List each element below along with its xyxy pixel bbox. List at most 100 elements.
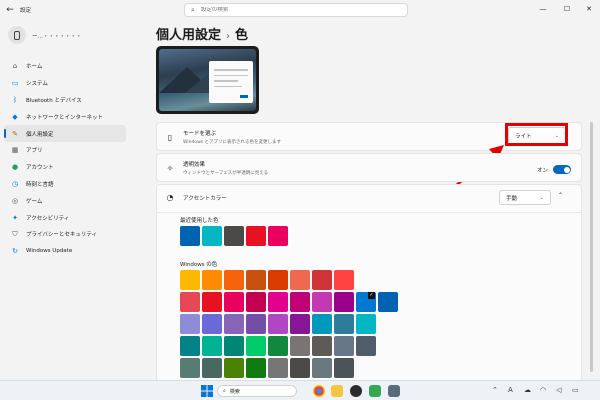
brush-icon: ▯	[167, 132, 173, 142]
windows-color-swatch[interactable]	[202, 358, 222, 378]
chevron-up-icon[interactable]: ⌃	[558, 192, 563, 199]
avatar[interactable]	[8, 26, 26, 44]
pen-icon: ✎	[12, 129, 18, 138]
recent-color-swatch[interactable]	[268, 226, 288, 246]
windows-color-swatch[interactable]	[180, 270, 200, 290]
windows-color-swatch[interactable]	[224, 292, 244, 312]
windows-color-swatch[interactable]	[356, 336, 376, 356]
search-box[interactable]: ⌕	[184, 3, 408, 17]
user-badge-icon	[14, 30, 20, 40]
windows-color-swatch[interactable]	[268, 270, 288, 290]
user-name: ー…・・・・・・・	[32, 34, 82, 40]
windows-color-swatch[interactable]	[180, 336, 200, 356]
windows-color-swatch[interactable]	[312, 292, 332, 312]
windows-color-swatch[interactable]	[246, 292, 266, 312]
sidebar-item[interactable]: ▦ アプリ	[4, 142, 126, 159]
breadcrumb-parent[interactable]: 個人用設定	[156, 28, 221, 43]
windows-color-swatch[interactable]	[180, 292, 200, 312]
taskbar-search[interactable]: ⌕ 検索	[217, 385, 297, 397]
app-icon[interactable]	[369, 385, 381, 397]
windows-color-swatch[interactable]	[312, 358, 332, 378]
sidebar-item[interactable]: ◆ ネットワークとインターネット	[4, 108, 126, 125]
windows-color-swatch[interactable]	[334, 358, 354, 378]
windows-color-swatch[interactable]	[356, 314, 376, 334]
windows-color-swatch[interactable]	[290, 336, 310, 356]
windows-color-swatch[interactable]	[180, 358, 200, 378]
recent-color-swatch[interactable]	[202, 226, 222, 246]
windows-color-swatch[interactable]	[246, 358, 266, 378]
windows-color-swatch[interactable]	[312, 314, 332, 334]
sidebar-item[interactable]: ✎ 個人用設定	[4, 125, 126, 142]
cloud-icon[interactable]: ☁	[524, 386, 531, 394]
windows-color-swatch[interactable]	[334, 270, 354, 290]
accent-dropdown[interactable]: 手動 ⌄	[499, 190, 551, 205]
sidebar-item[interactable]: ▭ システム	[4, 75, 126, 92]
chevron-up-icon[interactable]: ⌃	[492, 386, 498, 394]
accent-title: アクセントカラー	[183, 195, 227, 202]
transparency-toggle[interactable]	[553, 165, 571, 174]
windows-color-swatch[interactable]	[224, 270, 244, 290]
sidebar-item[interactable]: ✦ アクセシビリティ	[4, 209, 126, 226]
windows-color-swatch[interactable]	[334, 336, 354, 356]
windows-color-swatch[interactable]	[268, 358, 288, 378]
windows-color-swatch[interactable]	[290, 292, 310, 312]
sidebar-item[interactable]: ⛉ プライバシーとセキュリティ	[4, 226, 126, 243]
windows-color-swatch[interactable]	[312, 270, 332, 290]
windows-color-swatch[interactable]	[202, 314, 222, 334]
windows-color-swatch[interactable]	[290, 314, 310, 334]
recent-color-swatch[interactable]	[180, 226, 200, 246]
sidebar-item[interactable]: ⌂ ホーム	[4, 58, 126, 75]
windows-color-swatch[interactable]	[268, 292, 288, 312]
windows-color-swatch[interactable]	[224, 358, 244, 378]
search-input[interactable]	[200, 7, 391, 13]
scrollbar[interactable]	[590, 122, 593, 372]
windows-color-swatch[interactable]	[246, 336, 266, 356]
windows-color-swatch[interactable]	[290, 270, 310, 290]
sidebar-item-label: 時刻と言語	[26, 181, 54, 188]
sidebar-item-label: 個人用設定	[26, 131, 54, 138]
language-icon[interactable]: A	[508, 386, 513, 394]
recent-color-swatch[interactable]	[224, 226, 244, 246]
windows-color-swatch[interactable]	[268, 336, 288, 356]
windows-color-swatch[interactable]	[268, 314, 288, 334]
windows-color-swatch[interactable]	[312, 336, 332, 356]
windows-color-swatch[interactable]	[202, 292, 222, 312]
settings-app-icon[interactable]	[388, 385, 400, 397]
windows-color-swatch[interactable]	[224, 336, 244, 356]
monitor-icon: ▭	[11, 79, 19, 88]
windows-color-swatch[interactable]	[202, 270, 222, 290]
app-title: 設定	[20, 8, 32, 14]
speaker-icon[interactable]: ◁	[556, 386, 561, 394]
chrome-icon[interactable]	[313, 385, 325, 397]
wifi-icon[interactable]: ◠	[540, 386, 546, 394]
battery-icon[interactable]: ▭	[572, 386, 579, 394]
sidebar-item[interactable]: ᛒ Bluetooth とデバイス	[4, 92, 126, 109]
windows-start-icon[interactable]	[201, 385, 213, 397]
windows-color-swatch[interactable]	[246, 314, 266, 334]
file-explorer-icon[interactable]	[331, 385, 343, 397]
palette-icon: ◔	[166, 193, 174, 202]
windows-color-swatch[interactable]	[202, 336, 222, 356]
windows-color-swatch[interactable]	[224, 314, 244, 334]
sidebar-item[interactable]: ↻ Windows Update	[4, 243, 126, 260]
windows-color-swatch[interactable]	[180, 314, 200, 334]
windows-color-swatch[interactable]	[334, 314, 354, 334]
transparency-icon: ✧	[166, 163, 174, 173]
back-arrow-icon[interactable]: ←	[4, 4, 16, 16]
maximize-button[interactable]: ☐	[560, 2, 574, 16]
windows-colors-label: Windows の色	[180, 262, 218, 268]
app-icon[interactable]	[350, 385, 362, 397]
sidebar-item[interactable]: ● アカウント	[4, 159, 126, 176]
sidebar-item[interactable]: ◷ 時刻と言語	[4, 176, 126, 193]
windows-color-swatch[interactable]	[356, 292, 376, 312]
windows-color-swatch[interactable]	[246, 270, 266, 290]
sidebar-nav: ⌂ ホーム ▭ システム ᛒ Bluetooth とデバイス ◆ ネットワークとインターネット…	[4, 58, 126, 260]
minimize-button[interactable]: —	[536, 2, 550, 16]
close-button[interactable]: ✕	[582, 2, 596, 16]
recent-color-swatch[interactable]	[246, 226, 266, 246]
windows-color-swatch[interactable]	[378, 292, 398, 312]
windows-color-swatch[interactable]	[290, 358, 310, 378]
transparency-title: 透明効果	[183, 162, 206, 168]
sidebar-item[interactable]: ◎ ゲーム	[4, 192, 126, 209]
windows-color-swatch[interactable]	[334, 292, 354, 312]
